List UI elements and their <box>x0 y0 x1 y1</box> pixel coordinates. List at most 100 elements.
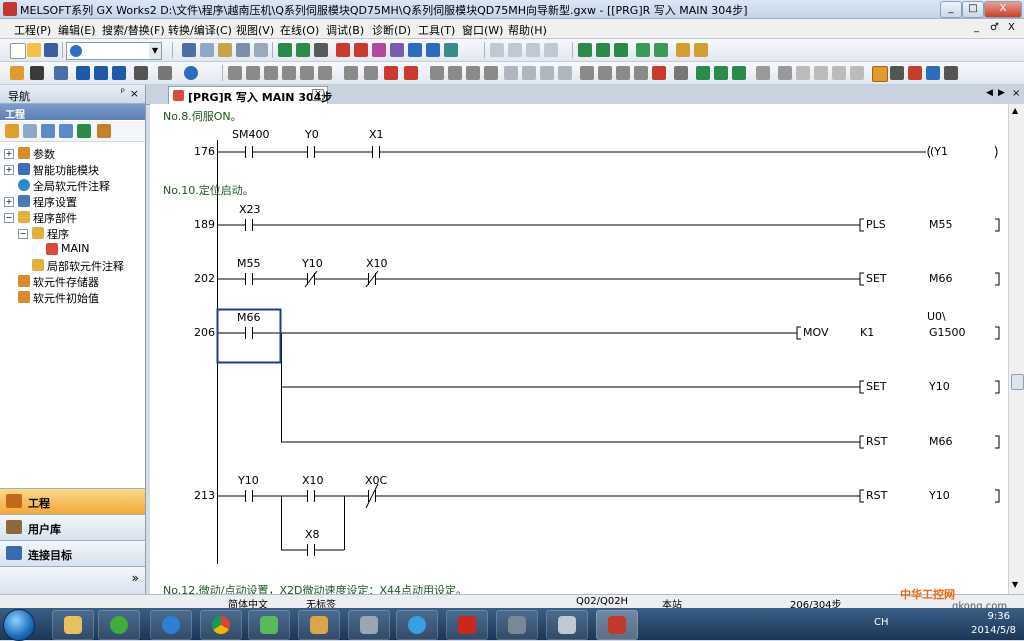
instruction-operand[interactable]: K1 <box>860 326 874 339</box>
read-from-plc-icon[interactable] <box>354 43 368 57</box>
cross-ref-icon[interactable] <box>544 43 558 57</box>
simulation-icon[interactable] <box>444 43 458 57</box>
chevron-down-icon[interactable]: ▼ <box>149 43 161 59</box>
jump-icon[interactable] <box>696 66 710 80</box>
find-icon[interactable] <box>526 43 540 57</box>
sf6-contact-icon[interactable] <box>282 66 296 80</box>
clock-date[interactable]: 2014/5/8 <box>971 625 1016 636</box>
stop-monitor-icon[interactable] <box>426 43 440 57</box>
tab-prev-icon[interactable]: ◀ <box>986 88 993 98</box>
editor-vertical-scrollbar[interactable]: ▲ ▼ <box>1008 104 1024 594</box>
instruction-list-icon[interactable] <box>30 66 44 80</box>
read-mode-icon[interactable] <box>890 66 904 80</box>
system-monitor-icon[interactable] <box>694 43 708 57</box>
start-button[interactable] <box>3 609 35 641</box>
run-icon[interactable] <box>714 66 728 80</box>
contact-label[interactable]: SM400 <box>232 128 269 141</box>
note-icon[interactable] <box>112 66 126 80</box>
save-icon[interactable] <box>44 43 58 57</box>
contact-label[interactable]: X23 <box>239 203 261 216</box>
device-test-icon[interactable] <box>578 43 592 57</box>
open-folder-icon[interactable] <box>27 43 41 57</box>
saf5-icon[interactable] <box>504 66 518 80</box>
partial-run-icon[interactable] <box>636 43 650 57</box>
instruction-operand[interactable]: Y10 <box>929 489 950 502</box>
scroll-thumb[interactable] <box>1011 374 1024 390</box>
taskbar-qq[interactable] <box>396 610 438 640</box>
contact-label[interactable]: X0C <box>365 474 387 487</box>
clock-time[interactable]: 9:36 <box>988 611 1010 622</box>
taskbar-calculator[interactable] <box>348 610 390 640</box>
nav-user-library-button[interactable]: 用户库 <box>0 514 145 540</box>
zoom-in-icon[interactable] <box>944 66 958 80</box>
copy-data-icon[interactable] <box>23 124 37 138</box>
inline-icon[interactable] <box>674 66 688 80</box>
tools-icon[interactable] <box>732 66 746 80</box>
instruction-op[interactable]: PLS <box>866 218 886 231</box>
diagnostics-icon[interactable] <box>676 43 690 57</box>
device-use-icon[interactable] <box>814 66 828 80</box>
caf5-icon[interactable] <box>598 66 612 80</box>
scroll-down-icon[interactable]: ▼ <box>1012 580 1018 589</box>
af7-icon[interactable] <box>466 66 480 80</box>
contact-label[interactable]: X10 <box>366 257 388 270</box>
taskbar-snipping[interactable] <box>546 610 588 640</box>
tab-main-program[interactable]: [PRG]R 写入 MAIN 304步 × <box>168 86 332 104</box>
ime-indicator[interactable]: CH <box>874 617 889 628</box>
sort-icon[interactable] <box>97 124 111 138</box>
contact-label[interactable]: Y10 <box>238 474 259 487</box>
tab-next-icon[interactable]: ▶ <box>998 88 1005 98</box>
collapse-icon[interactable]: − <box>18 229 28 239</box>
contact-label[interactable]: M66 <box>237 311 261 324</box>
scan-time-icon[interactable] <box>654 43 668 57</box>
start-monitor-icon[interactable] <box>408 43 422 57</box>
overwrite-mode-icon[interactable] <box>872 66 888 82</box>
mdi-restore-button[interactable]: ♂ <box>990 22 999 33</box>
watch-icon[interactable] <box>508 43 522 57</box>
toolbar-combo[interactable]: ▼ <box>66 42 162 60</box>
af8-icon[interactable] <box>484 66 498 80</box>
nav-project-button[interactable]: 工程 <box>0 488 145 514</box>
skip-icon[interactable] <box>614 43 628 57</box>
ladder-editor[interactable]: No.8.伺服ON。 No.10.定位启动。 No.12.微动/点动设置，X2D… <box>150 104 1008 594</box>
menu-project[interactable]: 工程(P) <box>14 22 51 38</box>
taskbar-parrot[interactable] <box>248 610 290 640</box>
cf9-delete-line-icon[interactable] <box>384 66 398 80</box>
taskbar-ie[interactable] <box>150 610 192 640</box>
write-icon[interactable] <box>278 43 292 57</box>
taskbar-explorer[interactable] <box>52 610 94 640</box>
taskbar-paint[interactable] <box>298 610 340 640</box>
close-icon[interactable]: × <box>130 87 139 100</box>
properties-icon[interactable] <box>41 124 55 138</box>
template-icon[interactable] <box>778 66 792 80</box>
display-mode-icon[interactable] <box>158 66 172 80</box>
caf10-icon[interactable] <box>616 66 630 80</box>
menu-search-replace[interactable]: 搜索/替换(F) <box>102 22 165 38</box>
maximize-button[interactable]: □ <box>962 1 984 18</box>
nav-connection-button[interactable]: 连接目标 <box>0 540 145 566</box>
contact-label[interactable]: X1 <box>369 128 384 141</box>
grid-icon[interactable] <box>756 66 770 80</box>
instruction-op[interactable]: SET <box>866 272 887 285</box>
taskbar-pdf[interactable] <box>446 610 488 640</box>
new-data-icon[interactable] <box>5 124 19 138</box>
expand-icon[interactable]: + <box>4 197 14 207</box>
scroll-up-icon[interactable]: ▲ <box>1012 106 1018 115</box>
taskbar-tool[interactable] <box>496 610 538 640</box>
f9-horizontal-line-icon[interactable] <box>344 66 358 80</box>
device-comment-icon[interactable] <box>76 66 90 80</box>
taskbar-360[interactable] <box>98 610 140 640</box>
collapse-icon[interactable]: − <box>4 213 14 223</box>
instruction-op[interactable]: SET <box>866 380 887 393</box>
cf10-delete-icon[interactable] <box>404 66 418 80</box>
taskbar-chrome[interactable] <box>200 610 242 640</box>
instruction-operand[interactable]: U0\ <box>927 310 946 323</box>
saf8-icon[interactable] <box>558 66 572 80</box>
menu-online[interactable]: 在线(O) <box>280 22 319 38</box>
expand-icon[interactable]: + <box>4 165 14 175</box>
af9-icon[interactable] <box>652 66 666 80</box>
device-batch-icon[interactable] <box>490 43 504 57</box>
saf7-icon[interactable] <box>540 66 554 80</box>
instruction-operand[interactable]: M66 <box>929 272 953 285</box>
ladder-mode-icon[interactable] <box>10 66 24 80</box>
